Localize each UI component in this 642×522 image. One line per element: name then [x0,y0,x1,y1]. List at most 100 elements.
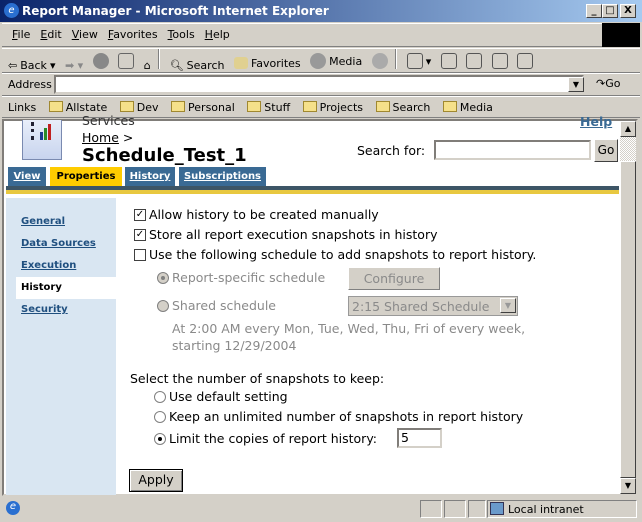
shared-schedule-select[interactable]: 2:15 Shared Schedule ▼ [348,296,518,316]
zone-label: Local intranet [508,503,584,516]
go-arrow-icon: ↷ [596,77,606,90]
home-icon: ⌂ [143,59,151,72]
separator [158,49,161,69]
address-input[interactable] [54,75,584,94]
breadcrumb-separator: > [122,130,134,145]
links-label: Links [8,101,37,114]
allow-manual-label: Allow history to be created manually [149,207,379,222]
folder-icon [375,101,390,112]
schedule-description: At 2:00 AM every Mon, Tue, Wed, Thu, Fri… [172,321,526,336]
favorites-icon [233,57,248,69]
configure-button[interactable]: Configure [348,267,440,290]
print-button[interactable] [440,49,457,73]
print-icon [440,53,457,69]
tab-view[interactable]: View [8,167,46,186]
folder-icon [247,101,262,112]
properties-nav: General Data Sources Execution History S… [6,198,116,495]
search-label: Search [186,59,225,72]
use-schedule-checkbox[interactable] [134,249,146,261]
use-schedule-label: Use the following schedule to add snapsh… [149,247,537,262]
edit-button[interactable] [491,49,508,73]
nav-history[interactable]: History [21,282,62,293]
minimize-button[interactable]: _ [586,4,602,18]
print-preview-button[interactable] [466,49,483,73]
nav-execution[interactable]: Execution [21,260,76,271]
media-button[interactable]: Media [310,49,362,73]
search-input[interactable] [434,140,591,160]
scroll-up-button[interactable]: ▲ [620,121,636,137]
discuss-icon [517,53,534,69]
link-projects[interactable]: Projects [302,97,363,119]
toolbar: ⇦ Back ▾ ➡ ▾ ⌂ 🔍︎ Search Favorites Media ▾ [2,48,640,73]
folder-icon [119,101,134,112]
allow-manual-checkbox[interactable]: ✓ [134,209,146,221]
store-snapshots-checkbox[interactable]: ✓ [134,229,146,241]
status-panel [444,500,466,518]
history-button[interactable] [371,49,388,73]
breadcrumb: Home > [82,130,133,145]
ie-icon: e [4,3,19,18]
folder-icon [302,101,317,112]
shared-schedule-radio[interactable] [157,300,169,312]
limit-label: Limit the copies of report history: [169,431,378,446]
menu-edit[interactable]: Edit [40,24,61,46]
address-go-button[interactable]: ↷Go [596,77,620,90]
scroll-thumb[interactable] [620,161,636,478]
limit-input[interactable]: 5 [397,428,442,448]
menu-view[interactable]: View [72,24,98,46]
report-specific-radio[interactable] [157,272,169,284]
refresh-icon [118,53,135,69]
link-stuff[interactable]: Stuff [247,97,290,119]
limit-radio[interactable] [154,433,166,445]
apply-button[interactable]: Apply [129,469,183,492]
refresh-button[interactable] [118,49,135,73]
search-go-button[interactable]: Go [594,139,618,162]
link-personal[interactable]: Personal [171,97,235,119]
maximize-button[interactable]: □ [602,4,618,18]
nav-data-sources[interactable]: Data Sources [21,238,96,249]
favorites-button[interactable]: Favorites [233,51,301,75]
address-dropdown[interactable]: ▼ [568,77,584,92]
status-panel [468,500,486,518]
tab-properties[interactable]: Properties [50,167,122,186]
search-icon: 🔍︎ [169,59,184,72]
scroll-down-button[interactable]: ▼ [620,478,636,494]
title-bar: Report Manager - Microsoft Internet Expl… [0,0,642,22]
menu-favorites[interactable]: Favorites [108,24,158,46]
close-button[interactable]: X [620,4,636,18]
mail-button[interactable]: ▾ [406,49,431,73]
menu-file[interactable]: File [12,24,30,46]
media-label: Media [329,54,363,68]
vertical-scrollbar[interactable]: ▲ ▼ [620,121,636,494]
use-default-radio[interactable] [154,391,166,403]
status-panel [420,500,442,518]
menu-tools[interactable]: Tools [168,24,195,46]
tab-history[interactable]: History [125,167,175,186]
shared-schedule-value: 2:15 Shared Schedule [352,299,490,314]
discuss-button[interactable] [517,49,534,73]
nav-general[interactable]: General [21,216,65,227]
nav-security[interactable]: Security [21,304,68,315]
stop-icon [92,53,109,69]
search-for-label: Search for: [357,143,426,158]
ie-page-icon: e [6,501,20,515]
folder-icon [442,101,457,112]
history-icon [371,53,388,69]
menu-help[interactable]: Help [205,24,230,46]
address-label: Address [8,78,52,91]
use-default-label: Use default setting [169,389,288,404]
link-search[interactable]: Search [375,97,430,119]
stop-button[interactable] [92,49,109,73]
breadcrumb-home[interactable]: Home [82,130,119,145]
help-link[interactable]: Help [580,114,612,129]
schedule-start: starting 12/29/2004 [172,338,297,353]
back-label: Back [20,59,47,72]
print-preview-icon [466,53,483,69]
favorites-label: Favorites [250,56,301,70]
unlimited-label: Keep an unlimited number of snapshots in… [169,409,524,424]
link-media[interactable]: Media [442,97,493,119]
unlimited-radio[interactable] [154,411,166,423]
report-specific-label: Report-specific schedule [172,270,326,285]
tab-subscriptions[interactable]: Subscriptions [179,167,266,186]
shared-schedule-label: Shared schedule [172,298,276,313]
